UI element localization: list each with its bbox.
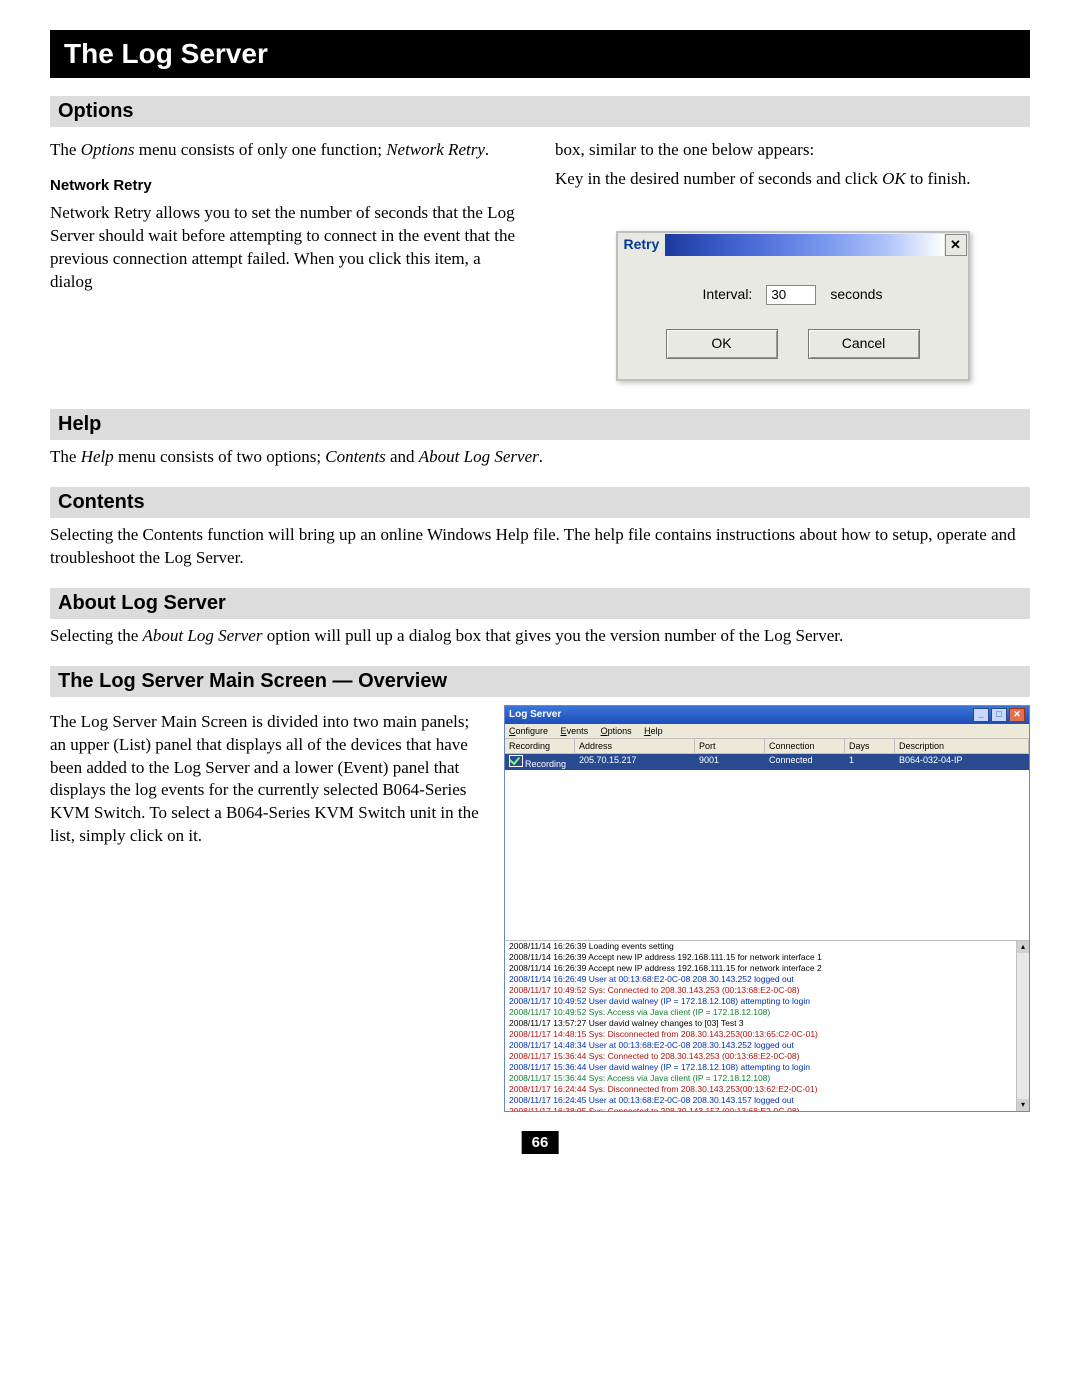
menu-help[interactable]: Help [644, 726, 663, 736]
about-body: Selecting the About Log Server option wi… [50, 625, 1030, 648]
maximize-icon[interactable]: □ [991, 708, 1007, 722]
contents-body: Selecting the Contents function will bri… [50, 524, 1030, 570]
list-header-recording[interactable]: Recording [505, 739, 575, 753]
text: Selecting the [50, 626, 143, 645]
text: . [485, 140, 489, 159]
list-header-row: Recording Address Port Connection Days D… [505, 739, 1029, 754]
text-em: Help [81, 447, 114, 466]
options-intro: The Options menu consists of only one fu… [50, 139, 525, 162]
text: The [50, 447, 81, 466]
cell: Connected [765, 754, 845, 770]
help-body: The Help menu consists of two options; C… [50, 446, 1030, 469]
event-line: 2008/11/14 16:26:39 Accept new IP addres… [505, 952, 1029, 963]
text: . [539, 447, 543, 466]
scroll-up-icon[interactable]: ▴ [1017, 941, 1029, 953]
list-header-days[interactable]: Days [845, 739, 895, 753]
page-title-bar: The Log Server [50, 30, 1030, 78]
event-line: 2008/11/17 14:48:34 User at 00:13:68:E2-… [505, 1040, 1029, 1051]
event-line: 2008/11/17 16:24:44 Sys: Disconnected fr… [505, 1084, 1029, 1095]
scrollbar[interactable]: ▴ ▾ [1016, 941, 1029, 1111]
app-title-text: Log Server [509, 709, 561, 720]
cell: 1 [845, 754, 895, 770]
event-line: 2008/11/17 15:36:44 User david walney (I… [505, 1062, 1029, 1073]
options-col2-line2: Key in the desired number of seconds and… [555, 168, 1030, 191]
app-menubar[interactable]: CConfigureonfigure Events Options Help [505, 724, 1029, 739]
app-titlebar: Log Server _ □ ✕ [505, 706, 1029, 724]
retry-title-gradient [665, 234, 943, 256]
list-header-address[interactable]: Address [575, 739, 695, 753]
page-number: 66 [522, 1131, 559, 1154]
text: The [50, 140, 81, 159]
text-em: About Log Server [419, 447, 539, 466]
list-header-port[interactable]: Port [695, 739, 765, 753]
event-line: 2008/11/17 10:49:52 User david walney (I… [505, 996, 1029, 1007]
text: option will pull up a dialog box that gi… [262, 626, 843, 645]
retry-seconds-label: seconds [830, 285, 882, 304]
cell: Recording [525, 759, 566, 769]
options-body-1: Network Retry allows you to set the numb… [50, 202, 525, 294]
retry-interval-label: Interval: [703, 285, 753, 304]
text: menu consists of only one function; [135, 140, 387, 159]
cancel-button[interactable]: Cancel [808, 329, 920, 359]
cell: B064-032-04-IP [895, 754, 1029, 770]
cell: 9001 [695, 754, 765, 770]
close-window-icon[interactable]: ✕ [1009, 708, 1025, 722]
text: Key in the desired number of seconds and… [555, 169, 882, 188]
retry-title-text: Retry [618, 235, 666, 254]
retry-titlebar: Retry ✕ [618, 233, 968, 257]
list-header-description[interactable]: Description [895, 739, 1029, 753]
event-line: 2008/11/17 16:24:45 User at 00:13:68:E2-… [505, 1095, 1029, 1106]
event-line: 2008/11/17 13:57:27 User david walney ch… [505, 1018, 1029, 1029]
close-icon[interactable]: ✕ [945, 234, 967, 256]
event-line: 2008/11/17 14:48:15 Sys: Disconnected fr… [505, 1029, 1029, 1040]
text-em: Network Retry [386, 140, 485, 159]
list-header-connection[interactable]: Connection [765, 739, 845, 753]
text-em: Options [81, 140, 135, 159]
list-panel-blank [505, 770, 1029, 940]
options-col2-line1: box, similar to the one below appears: [555, 139, 1030, 162]
event-panel: 2008/11/14 16:26:39 Loading events setti… [505, 940, 1029, 1111]
event-line: 2008/11/14 16:26:39 Accept new IP addres… [505, 963, 1029, 974]
ok-button[interactable]: OK [666, 329, 778, 359]
check-icon [509, 755, 523, 767]
menu-options[interactable]: Options [601, 726, 632, 736]
section-options: Options [50, 96, 1030, 127]
mainscreen-body: The Log Server Main Screen is divided in… [50, 711, 480, 849]
section-about: About Log Server [50, 588, 1030, 619]
section-contents: Contents [50, 487, 1030, 518]
log-server-window: Log Server _ □ ✕ CConfigureonfigure Even… [504, 705, 1030, 1112]
cell: 205.70.15.217 [575, 754, 695, 770]
text: to finish. [906, 169, 971, 188]
event-line: 2008/11/14 16:26:49 User at 00:13:68:E2-… [505, 974, 1029, 985]
event-line: 2008/11/17 10:49:52 Sys: Connected to 20… [505, 985, 1029, 996]
text-em: Contents [325, 447, 385, 466]
event-line: 2008/11/17 10:49:52 Sys: Access via Java… [505, 1007, 1029, 1018]
menu-events[interactable]: Events [561, 726, 589, 736]
event-line: 2008/11/17 15:36:44 Sys: Access via Java… [505, 1073, 1029, 1084]
scroll-down-icon[interactable]: ▾ [1017, 1099, 1029, 1111]
text-em: OK [882, 169, 906, 188]
event-line: 2008/11/17 16:38:05 Sys: Connected to 20… [505, 1106, 1029, 1111]
list-row-selected[interactable]: Recording 205.70.15.217 9001 Connected 1… [505, 754, 1029, 770]
event-line: 2008/11/14 16:26:39 Loading events setti… [505, 941, 1029, 952]
text-em: About Log Server [143, 626, 263, 645]
minimize-icon[interactable]: _ [973, 708, 989, 722]
text: menu consists of two options; [114, 447, 326, 466]
event-line: 2008/11/17 15:36:44 Sys: Connected to 20… [505, 1051, 1029, 1062]
section-mainscreen: The Log Server Main Screen — Overview [50, 666, 1030, 697]
menu-configure[interactable]: CConfigureonfigure [509, 726, 548, 736]
retry-dialog: Retry ✕ Interval: seconds OK Cancel [616, 231, 970, 381]
retry-interval-input[interactable] [766, 285, 816, 305]
section-help: Help [50, 409, 1030, 440]
options-subheading: Network Retry [50, 176, 525, 196]
text: and [386, 447, 419, 466]
